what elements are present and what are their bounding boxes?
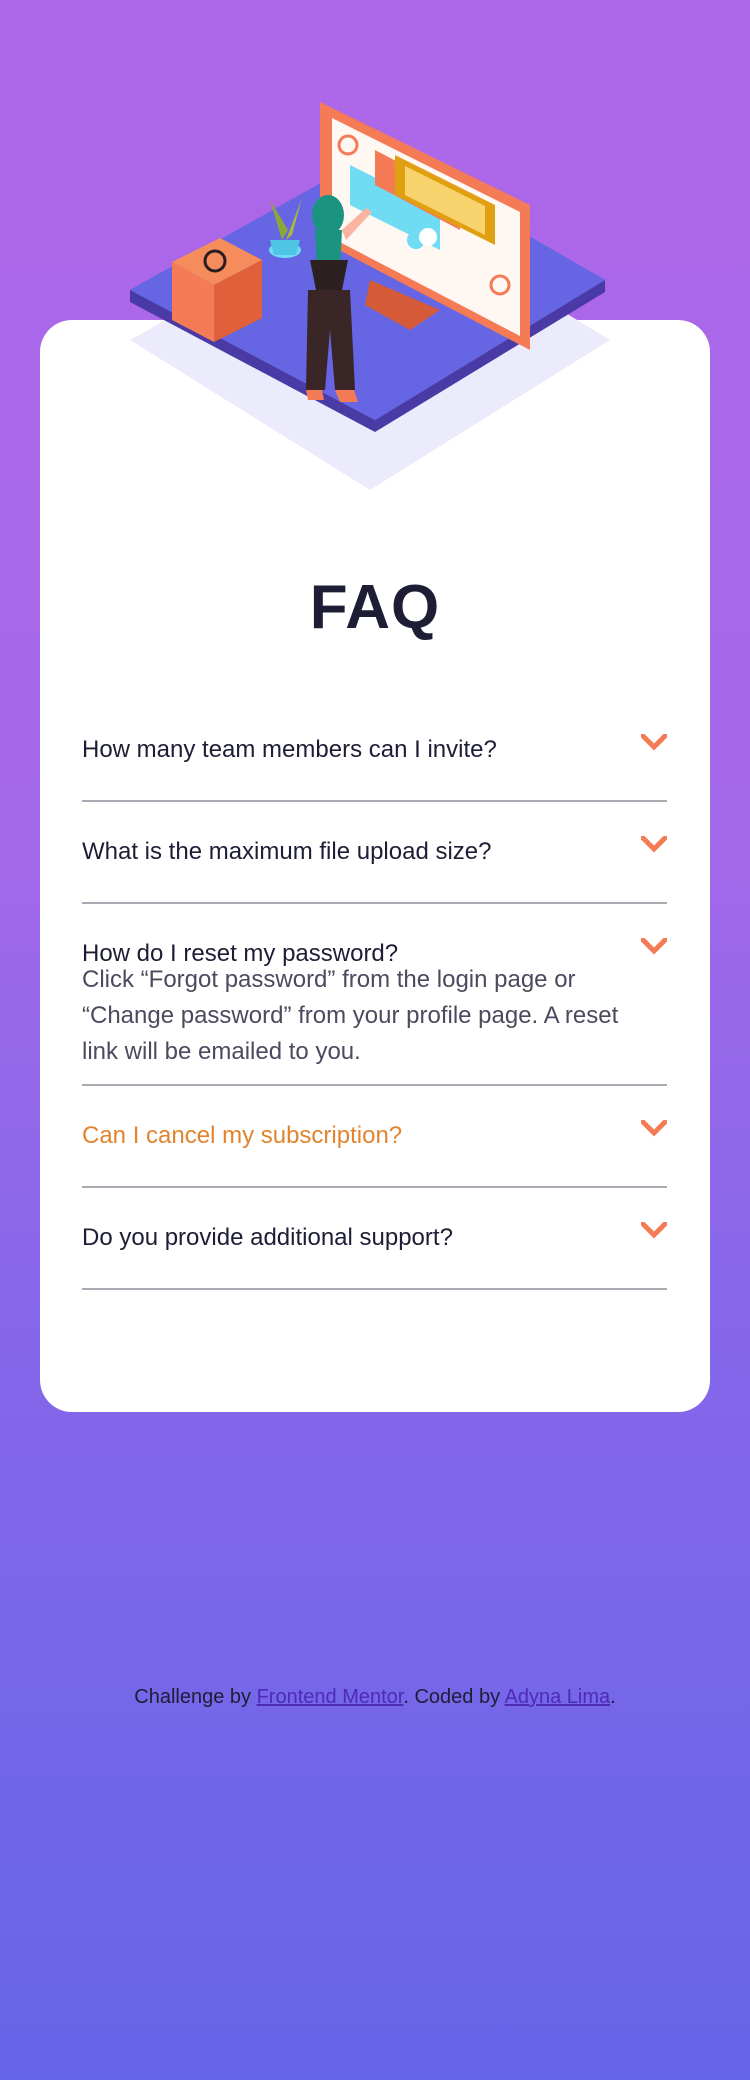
faq-question-label: Do you provide additional support? bbox=[82, 1224, 453, 1251]
faq-item[interactable]: How many team members can I invite? bbox=[82, 700, 667, 802]
faq-item[interactable]: How do I reset my password? Click “Forgo… bbox=[82, 904, 667, 1086]
faq-question[interactable]: What is the maximum file upload size? bbox=[82, 802, 667, 902]
faq-item[interactable]: Can I cancel my subscription? bbox=[82, 1086, 667, 1188]
page-title: FAQ bbox=[309, 573, 441, 642]
faq-item[interactable]: What is the maximum file upload size? bbox=[82, 802, 667, 904]
faq-question[interactable]: How many team members can I invite? bbox=[82, 700, 667, 800]
footer-suffix: . bbox=[610, 1686, 616, 1708]
faq-answer: Click “Forgot password” from the login p… bbox=[82, 966, 619, 1065]
chevron-down-icon bbox=[641, 1222, 667, 1239]
footer-middle: . Coded by bbox=[403, 1686, 505, 1708]
chevron-down-icon bbox=[641, 836, 667, 853]
faq-question-label: Can I cancel my subscription? bbox=[82, 1122, 403, 1149]
faq-item[interactable]: Do you provide additional support? bbox=[82, 1188, 667, 1290]
frontend-mentor-link[interactable]: Frontend Mentor bbox=[257, 1686, 404, 1708]
faq-question-label: What is the maximum file upload size? bbox=[82, 838, 492, 865]
faq-question[interactable]: Can I cancel my subscription? bbox=[82, 1086, 667, 1186]
author-link[interactable]: Adyna Lima bbox=[505, 1686, 611, 1708]
faq-question[interactable]: Do you provide additional support? bbox=[82, 1188, 667, 1288]
chevron-down-icon bbox=[641, 1120, 667, 1137]
footer-prefix: Challenge by bbox=[134, 1686, 257, 1708]
attribution-footer: Challenge by Frontend Mentor. Coded by A… bbox=[0, 1686, 750, 1709]
faq-question-label: How many team members can I invite? bbox=[82, 736, 497, 763]
woman-online-illustration-icon bbox=[130, 102, 610, 490]
faq-list: How many team members can I invite? What… bbox=[82, 700, 667, 1290]
chevron-down-icon bbox=[641, 734, 667, 751]
chevron-down-icon bbox=[641, 938, 667, 955]
